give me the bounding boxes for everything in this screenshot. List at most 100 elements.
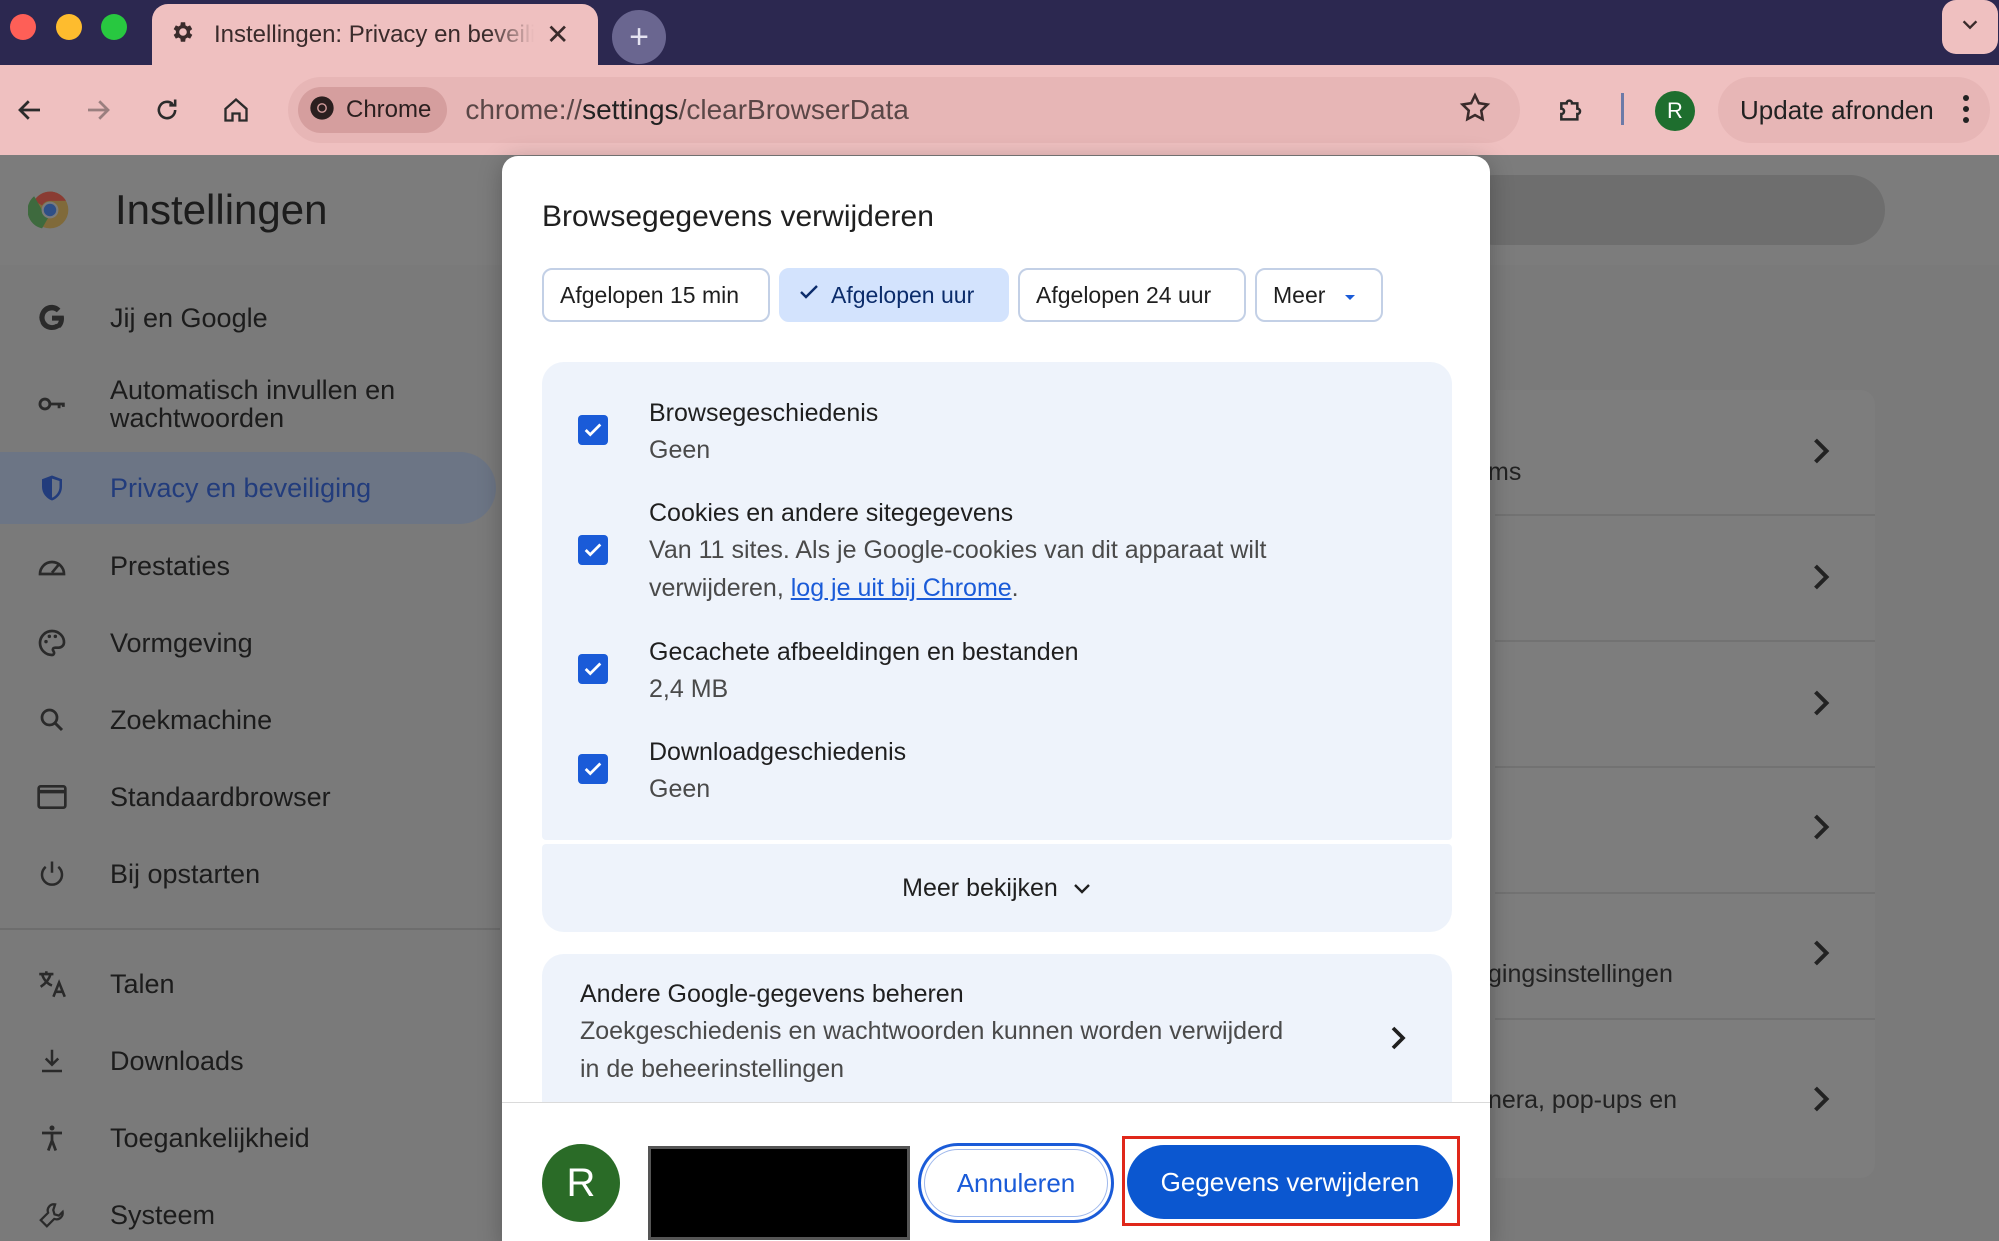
back-button[interactable] xyxy=(6,86,54,134)
tab-settings[interactable]: Instellingen: Privacy en beveiliging ✕ xyxy=(152,4,598,65)
sidebar-item-performance[interactable]: Prestaties xyxy=(0,530,500,602)
settings-row-text: nera, pop-ups en xyxy=(1488,1086,1678,1114)
sidebar-item-you-and-google[interactable]: Jij en Google xyxy=(0,282,500,354)
sidebar-item-label: Bij opstarten xyxy=(110,858,261,889)
chevron-right-icon xyxy=(1810,436,1832,471)
cancel-button[interactable]: Annuleren xyxy=(918,1143,1114,1223)
bookmark-star-icon[interactable] xyxy=(1458,91,1492,130)
time-range-more-dropdown[interactable]: Meer xyxy=(1255,268,1383,322)
extensions-button[interactable] xyxy=(1548,86,1596,134)
new-tab-button[interactable]: + xyxy=(612,10,666,64)
chevron-right-icon xyxy=(1810,1084,1832,1119)
accessibility-icon xyxy=(32,1118,72,1158)
address-bar[interactable]: Chrome chrome://settings/clearBrowserDat… xyxy=(288,77,1520,143)
sidebar-item-label: Talen xyxy=(110,968,175,999)
pill-label: Meer xyxy=(1273,281,1326,308)
sidebar-item-default-browser[interactable]: Standaardbrowser xyxy=(0,761,500,833)
show-more-button[interactable]: Meer bekijken xyxy=(542,844,1452,932)
account-avatar: R xyxy=(542,1144,620,1222)
dialog-title: Browsegegevens verwijderen xyxy=(542,200,934,233)
sidebar-item-privacy[interactable]: Privacy en beveiliging xyxy=(0,452,496,524)
maximize-window-button[interactable] xyxy=(101,14,127,40)
chevron-right-icon xyxy=(1388,1024,1408,1057)
sidebar-item-label: Standaardbrowser xyxy=(110,781,331,812)
pill-label: Afgelopen 24 uur xyxy=(1036,281,1212,308)
palette-icon xyxy=(32,623,72,663)
sign-out-link[interactable]: log je uit bij Chrome xyxy=(791,574,1012,602)
sidebar-item-autofill[interactable]: Automatisch invullen en wachtwoorden xyxy=(0,368,500,440)
clear-browsing-data-dialog: Browsegegevens verwijderen Afgelopen 15 … xyxy=(502,156,1490,1241)
sidebar-item-label: Prestaties xyxy=(110,550,231,581)
chevron-down-icon xyxy=(1072,874,1092,903)
option-subtitle: Geen xyxy=(649,436,711,464)
profile-avatar[interactable]: R xyxy=(1655,91,1695,131)
settings-row-text: gingsinstellingen xyxy=(1488,960,1673,988)
settings-search-input[interactable] xyxy=(1460,175,1885,245)
sidebar-item-appearance[interactable]: Vormgeving xyxy=(0,607,500,679)
time-range-24-hours[interactable]: Afgelopen 24 uur xyxy=(1018,268,1246,322)
forward-button[interactable] xyxy=(74,86,122,134)
update-button[interactable]: Update afronden xyxy=(1718,77,1990,143)
checkbox-cached-images[interactable] xyxy=(578,654,608,684)
sidebar-item-system[interactable]: Systeem xyxy=(0,1179,500,1241)
checkbox-browsing-history[interactable] xyxy=(578,415,608,445)
option-subtitle: 2,4 MB xyxy=(649,675,729,703)
sidebar-item-label: Automatisch invullen en wachtwoorden xyxy=(110,375,396,433)
sidebar-item-on-startup[interactable]: Bij opstarten xyxy=(0,838,500,910)
sidebar-item-label: Systeem xyxy=(110,1199,216,1230)
toolbar-divider xyxy=(1621,93,1624,125)
sidebar-item-label: Vormgeving xyxy=(110,627,253,658)
checkbox-cookies[interactable] xyxy=(578,535,608,565)
option-title: Browsegeschiedenis xyxy=(649,399,879,427)
chrome-logo-icon xyxy=(27,188,72,237)
dropdown-arrow-icon xyxy=(1343,282,1357,309)
tab-close-button[interactable]: ✕ xyxy=(546,18,569,51)
pill-label: Afgelopen 15 min xyxy=(560,281,740,308)
sidebar-item-accessibility[interactable]: Toegankelijkheid xyxy=(0,1102,500,1174)
browser-window-icon xyxy=(32,777,72,817)
home-icon xyxy=(224,97,248,122)
sidebar-item-downloads[interactable]: Downloads xyxy=(0,1025,500,1097)
gauge-icon xyxy=(32,546,72,586)
search-icon xyxy=(32,700,72,740)
option-subtitle: Geen xyxy=(649,775,711,803)
minimize-window-button[interactable] xyxy=(56,14,82,40)
tab-search-button[interactable] xyxy=(1942,0,1998,54)
check-icon xyxy=(584,543,602,557)
more-vert-icon xyxy=(1962,93,1970,132)
site-info-chip[interactable]: Chrome xyxy=(298,87,448,133)
chevron-right-icon xyxy=(1810,562,1832,597)
wrench-icon xyxy=(32,1195,72,1235)
translate-icon xyxy=(32,964,72,1004)
reload-button[interactable] xyxy=(143,86,191,134)
download-icon xyxy=(32,1041,72,1081)
chevron-right-icon xyxy=(1810,938,1832,973)
settings-row-text: ms xyxy=(1488,458,1522,486)
arrow-right-icon xyxy=(88,100,110,120)
tab-title: Instellingen: Privacy en beveiliging xyxy=(214,20,534,48)
google-data-title: Andere Google-gegevens beheren xyxy=(580,980,964,1008)
checkbox-download-history[interactable] xyxy=(578,754,608,784)
settings-title: Instellingen xyxy=(115,186,328,233)
sidebar-item-label: Toegankelijkheid xyxy=(110,1122,310,1153)
sidebar-item-search-engine[interactable]: Zoekmachine xyxy=(0,684,500,756)
option-title: Gecachete afbeeldingen en bestanden xyxy=(649,638,1079,666)
time-range-15-min[interactable]: Afgelopen 15 min xyxy=(542,268,770,322)
chrome-logo-icon xyxy=(308,94,336,127)
home-button[interactable] xyxy=(212,86,260,134)
show-more-label: Meer bekijken xyxy=(902,873,1058,902)
reload-icon xyxy=(157,99,177,120)
url-text[interactable]: chrome://settings/clearBrowserData xyxy=(465,94,909,126)
chevron-right-icon xyxy=(1810,688,1832,723)
option-title: Downloadgeschiedenis xyxy=(649,738,907,766)
check-icon xyxy=(584,423,602,437)
sidebar-item-label: Jij en Google xyxy=(110,302,268,333)
arrow-left-icon xyxy=(18,100,40,120)
google-data-subtitle: Zoekgeschiedenis en wachtwoorden kunnen … xyxy=(580,1017,1284,1083)
time-range-last-hour[interactable]: Afgelopen uur xyxy=(779,268,1009,322)
close-window-button[interactable] xyxy=(10,14,36,40)
sidebar-item-languages[interactable]: Talen xyxy=(0,948,500,1020)
sidebar-item-label: Privacy en beveiliging xyxy=(110,472,372,503)
shield-icon xyxy=(32,468,72,508)
puzzle-icon xyxy=(1560,99,1582,121)
